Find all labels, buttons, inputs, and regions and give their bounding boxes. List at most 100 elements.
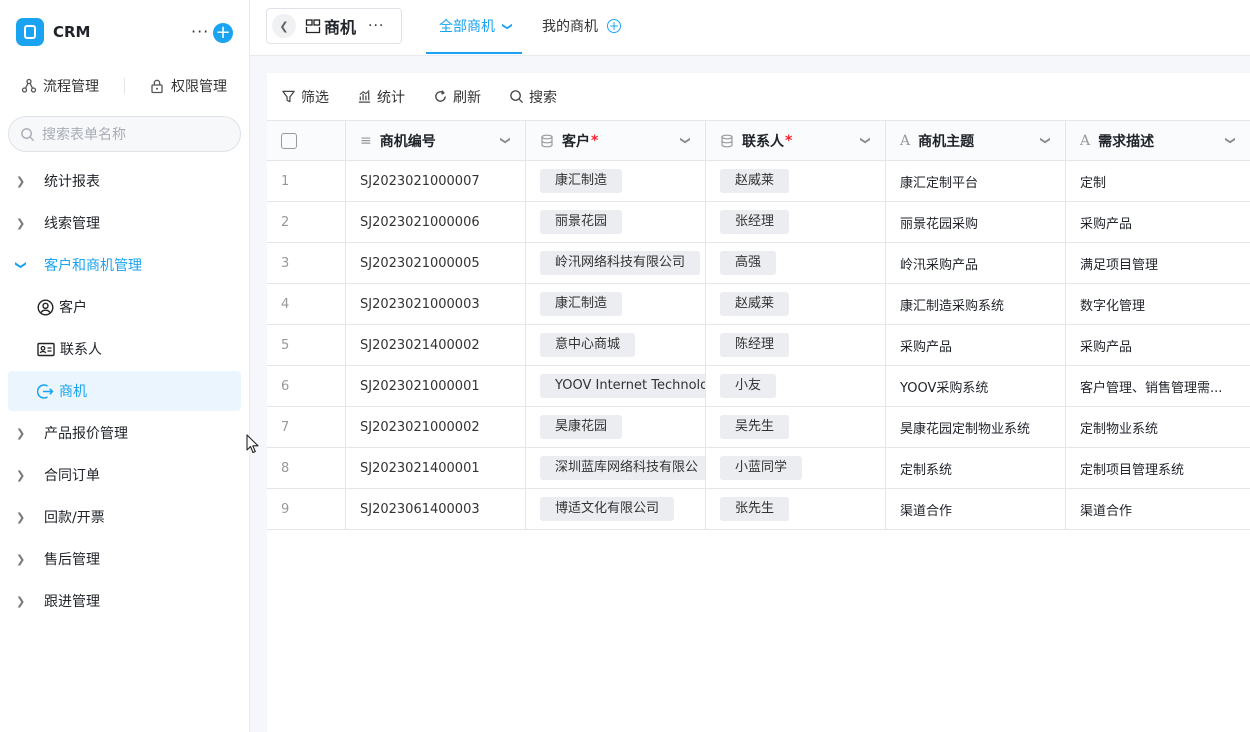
customer-tag[interactable]: 岭汛网络科技有限公司: [540, 251, 701, 275]
back-button[interactable]: ❮: [272, 14, 296, 38]
contact-tag[interactable]: 高强: [720, 251, 777, 275]
contact-tag[interactable]: 赵威莱: [720, 292, 790, 316]
nav-item-contracts[interactable]: ❯ 合同订单: [8, 455, 241, 495]
customer-tag[interactable]: 康汇制造: [540, 169, 623, 193]
table-row[interactable]: 2 SJ2023021000006 丽景花园 张经理 丽景花园采购 采购产品: [267, 202, 1250, 243]
contact-tag[interactable]: 吴先生: [720, 415, 790, 439]
contact-tag[interactable]: 小蓝同学: [720, 456, 803, 480]
column-header-contact[interactable]: 联系人 * ❯: [706, 121, 886, 160]
nav-item-leads[interactable]: ❯ 线索管理: [8, 203, 241, 243]
nav-item-customer-opportunity[interactable]: ❯ 客户和商机管理: [8, 245, 241, 285]
more-options-icon[interactable]: ···: [191, 22, 209, 41]
lock-icon: [151, 79, 163, 94]
chevron-down-icon[interactable]: ❯: [859, 136, 870, 144]
search-placeholder: 搜索表单名称: [42, 127, 126, 143]
table-row[interactable]: 4 SJ2023021000003 康汇制造 赵威莱 康汇制造采购系统 数字化管…: [267, 284, 1250, 325]
tab-all-opportunities[interactable]: 全部商机 ❯: [439, 16, 513, 36]
table-row[interactable]: 8 SJ2023021400001 深圳蓝库网络科技有限公 小蓝同学 定制系统 …: [267, 448, 1250, 489]
nav-item-label: 产品报价管理: [44, 426, 128, 442]
filter-icon: [282, 90, 295, 103]
sub-item-customers[interactable]: 客户: [8, 287, 241, 327]
chevron-down-icon[interactable]: ❯: [1224, 136, 1235, 144]
toolbar: 筛选 统计 刷新 搜索: [267, 73, 1250, 120]
brand[interactable]: CRM: [16, 18, 91, 46]
contact-tag[interactable]: 张经理: [720, 210, 790, 234]
customer-tag[interactable]: 意中心商城: [540, 333, 636, 357]
topic-text: 渠道合作: [900, 503, 953, 519]
chevron-down-icon: ❯: [501, 21, 513, 31]
contact-tag[interactable]: 陈经理: [720, 333, 790, 357]
tab-my-opportunities[interactable]: 我的商机 +: [542, 16, 621, 36]
chevron-right-icon: ❯: [16, 174, 26, 188]
contact-tag[interactable]: 小友: [720, 374, 777, 398]
nav-item-statistics[interactable]: ❯ 统计报表: [8, 161, 241, 201]
description-text: 采购产品: [1080, 339, 1133, 355]
chevron-down-icon[interactable]: ❯: [679, 136, 690, 144]
refresh-button[interactable]: 刷新: [433, 87, 481, 107]
table-row[interactable]: 1 SJ2023021000007 康汇制造 赵威莱 康汇定制平台 定制: [267, 161, 1250, 202]
column-header-id[interactable]: ≡ 商机编号 ❯: [346, 121, 526, 160]
column-header-description[interactable]: A 需求描述 ❯: [1066, 121, 1250, 160]
workflow-icon: [21, 78, 37, 93]
table-row[interactable]: 5 SJ2023021400002 意中心商城 陈经理 采购产品 采购产品: [267, 325, 1250, 366]
customer-tag[interactable]: 丽景花园: [540, 210, 623, 234]
refresh-label: 刷新: [453, 89, 481, 106]
nav-item-follow-up[interactable]: ❯ 跟进管理: [8, 581, 241, 621]
description-text: 数字化管理: [1080, 298, 1146, 314]
opportunity-id: SJ2023021000003: [360, 296, 480, 312]
table-row[interactable]: 9 SJ2023061400003 博适文化有限公司 张先生 渠道合作 渠道合作: [267, 489, 1250, 530]
divider: [124, 78, 125, 94]
crm-logo-icon: [16, 18, 44, 46]
sidebar: CRM ··· + 流程管理 权限管理 搜索表单名称 ❯ 统计报表 ❯ 线索管理…: [0, 0, 250, 732]
opportunity-id: SJ2023021000002: [360, 419, 480, 435]
customer-tag[interactable]: 昊康花园: [540, 415, 623, 439]
workflow-management-label: 流程管理: [43, 79, 99, 95]
description-text: 定制项目管理系统: [1080, 462, 1185, 478]
search-button[interactable]: 搜索: [509, 87, 557, 107]
opportunity-icon: [37, 383, 54, 399]
row-number: 9: [267, 489, 346, 529]
active-tab-indicator: [426, 52, 522, 54]
customer-tag[interactable]: 深圳蓝库网络科技有限公: [540, 456, 705, 480]
customer-tag[interactable]: 博适文化有限公司: [540, 497, 675, 521]
chevron-down-icon[interactable]: ❯: [1039, 136, 1050, 144]
nav-item-payments[interactable]: ❯ 回款/开票: [8, 497, 241, 537]
contact-tag[interactable]: 赵威莱: [720, 169, 790, 193]
sub-item-contacts[interactable]: 联系人: [8, 329, 241, 369]
page-title-box: ❮ 商机 ···: [266, 8, 402, 44]
column-header-topic[interactable]: A 商机主题 ❯: [886, 121, 1066, 160]
table-row[interactable]: 3 SJ2023021000005 岭汛网络科技有限公司 高强 岭汛采购产品 满…: [267, 243, 1250, 284]
nav-item-label: 合同订单: [44, 468, 100, 484]
opportunity-id: SJ2023021000005: [360, 255, 480, 271]
chevron-down-icon[interactable]: ❯: [499, 136, 510, 144]
stats-button[interactable]: 统计: [357, 87, 405, 107]
table-row[interactable]: 7 SJ2023021000002 昊康花园 吴先生 昊康花园定制物业系统 定制…: [267, 407, 1250, 448]
more-options-icon[interactable]: ···: [368, 18, 384, 34]
table-row[interactable]: 6 SJ2023021000001 YOOV Internet Technolo…: [267, 366, 1250, 407]
column-label: 需求描述: [1098, 133, 1155, 150]
nav-item-product-quotes[interactable]: ❯ 产品报价管理: [8, 413, 241, 453]
topic-text: 采购产品: [900, 339, 953, 355]
form-search-input[interactable]: 搜索表单名称: [8, 116, 241, 152]
sub-item-label: 联系人: [60, 342, 102, 358]
column-header-customer[interactable]: 客户 * ❯: [526, 121, 706, 160]
select-all-checkbox[interactable]: [281, 132, 297, 149]
contact-tag[interactable]: 张先生: [720, 497, 790, 521]
permission-management-link[interactable]: 权限管理: [149, 76, 227, 96]
add-view-icon[interactable]: +: [607, 19, 621, 33]
customer-tag[interactable]: YOOV Internet Technolo: [540, 374, 705, 398]
sub-item-opportunities[interactable]: 商机: [8, 371, 241, 411]
nav-item-after-sales[interactable]: ❯ 售后管理: [8, 539, 241, 579]
sub-item-label: 客户: [59, 300, 87, 316]
column-label: 商机编号: [379, 133, 436, 150]
main-content: 筛选 统计 刷新 搜索 ≡ 商机编号 ❯ 客户 * ❯ 联系人 * ❯ A 商机…: [250, 56, 1250, 732]
workflow-management-link[interactable]: 流程管理: [21, 76, 99, 96]
description-text: 客户管理、销售管理需...: [1080, 380, 1223, 396]
text-icon: A: [1080, 132, 1091, 149]
filter-button[interactable]: 筛选: [281, 87, 329, 107]
data-panel: 筛选 统计 刷新 搜索 ≡ 商机编号 ❯ 客户 * ❯ 联系人 * ❯ A 商机…: [267, 73, 1250, 732]
add-form-button[interactable]: +: [213, 23, 233, 43]
row-number: 7: [267, 407, 346, 447]
customer-tag[interactable]: 康汇制造: [540, 292, 623, 316]
permission-management-label: 权限管理: [171, 79, 227, 95]
